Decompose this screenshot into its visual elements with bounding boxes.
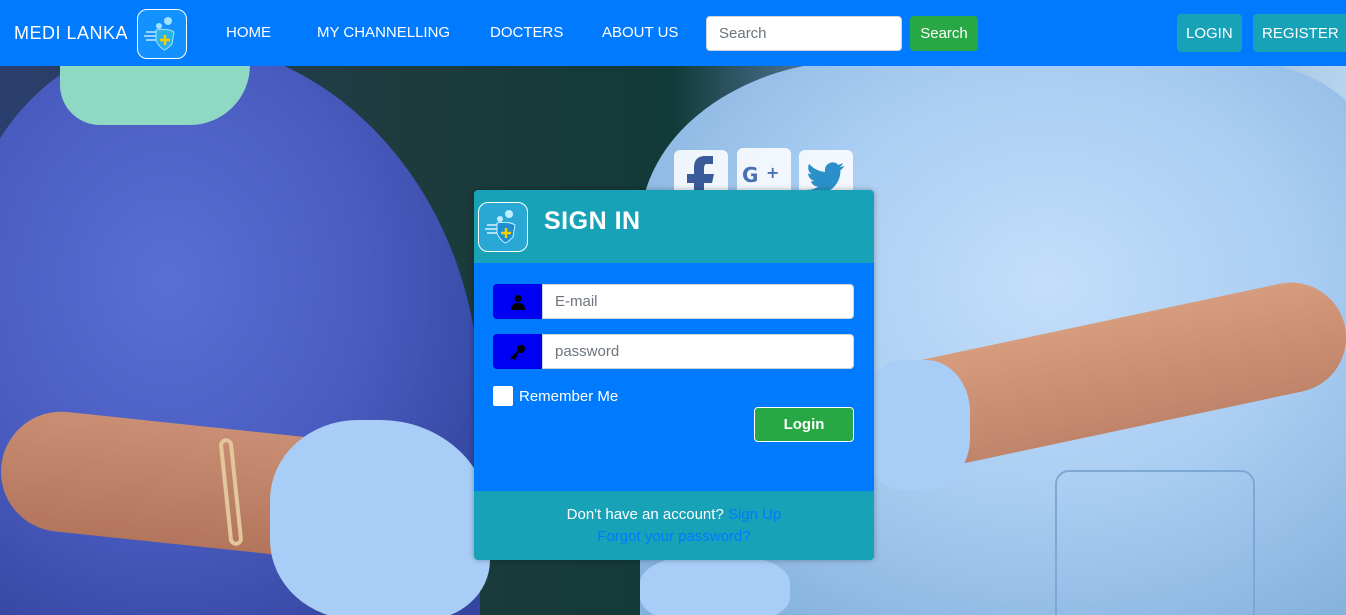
email-field[interactable] [542,284,854,319]
card-header: SIGN IN [474,190,874,263]
card-footer: Don't have an account? Sign Up Forgot yo… [474,491,874,560]
key-icon [493,334,542,369]
remember-me[interactable]: Remember Me [493,386,618,406]
footer-signup-line: Don't have an account? Sign Up [474,506,874,523]
no-account-text: Don't have an account? [566,506,724,523]
brand-logo-icon[interactable] [137,9,187,59]
card-body: Remember Me Login [474,263,874,491]
register-nav-button[interactable]: REGISTER [1253,14,1346,52]
svg-text:G: G [742,163,758,186]
sign-in-card: SIGN IN Remember Me Login Don't have an … [474,190,874,560]
password-field[interactable] [542,334,854,369]
brand-name[interactable]: MEDI LANKA [14,23,128,44]
remember-checkbox[interactable] [493,386,513,406]
nav-home[interactable]: HOME [226,24,271,41]
card-logo-icon [478,202,528,252]
sign-up-link[interactable]: Sign Up [728,506,781,523]
user-icon [493,284,542,319]
nav-my-channelling[interactable]: MY CHANNELLING [317,24,450,41]
nav-docters[interactable]: DOCTERS [490,24,563,41]
search-button[interactable]: Search [910,16,978,51]
svg-text:+: + [766,163,779,182]
forgot-password-link[interactable]: Forgot your password? [474,528,874,545]
nav-about-us[interactable]: ABOUT US [602,24,678,41]
search-input[interactable] [706,16,902,51]
sign-in-title: SIGN IN [544,207,641,235]
login-nav-button[interactable]: LOGIN [1177,14,1242,52]
login-button[interactable]: Login [754,407,854,442]
remember-label: Remember Me [519,387,619,405]
password-group [493,334,854,369]
navbar: MEDI LANKA HOME MY CHANNELLING DOCTERS A… [0,0,1346,66]
email-group [493,284,854,319]
